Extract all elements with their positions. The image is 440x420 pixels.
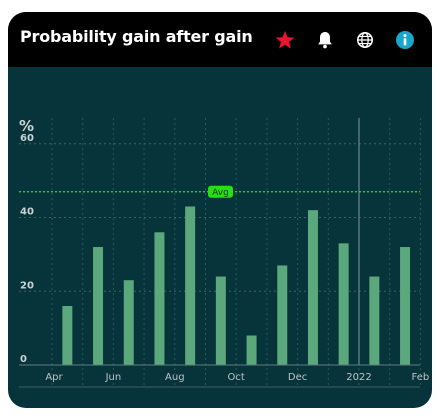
bar-2021-09	[246, 335, 257, 365]
bar-2021-03	[62, 306, 73, 365]
x-tick-label: Jun	[105, 372, 122, 383]
bar-2021-08	[215, 276, 226, 365]
x-tick-label: 2022	[346, 372, 371, 383]
x-tick-label: Aug	[165, 372, 185, 383]
bar-2021-07	[185, 206, 196, 365]
bar-chart: Avg 0204060%Apr Jun Aug Oct Dec 2022 Feb	[19, 117, 430, 388]
y-unit-label: %	[19, 117, 34, 135]
average-line-group: Avg	[19, 185, 420, 198]
bar-2021-12	[338, 243, 349, 365]
x-tick-label: Oct	[228, 372, 245, 383]
bar-2022-02	[400, 247, 411, 365]
average-badge-label: Avg	[212, 188, 229, 198]
x-tick-label: Dec	[288, 372, 307, 383]
bar-2021-10	[277, 265, 288, 365]
x-tick-label: Feb	[412, 372, 430, 383]
x-tick-label: Apr	[45, 372, 63, 383]
y-tick-label: 0	[20, 354, 27, 365]
y-tick-label: 40	[20, 207, 34, 218]
bar-2022-01	[369, 276, 380, 365]
bar-2021-05	[123, 280, 134, 365]
y-tick-label: 20	[20, 280, 34, 291]
bar-2021-11	[307, 210, 318, 365]
bars-layer	[62, 206, 411, 365]
bar-2021-04	[93, 247, 104, 365]
bar-2021-06	[154, 232, 165, 365]
